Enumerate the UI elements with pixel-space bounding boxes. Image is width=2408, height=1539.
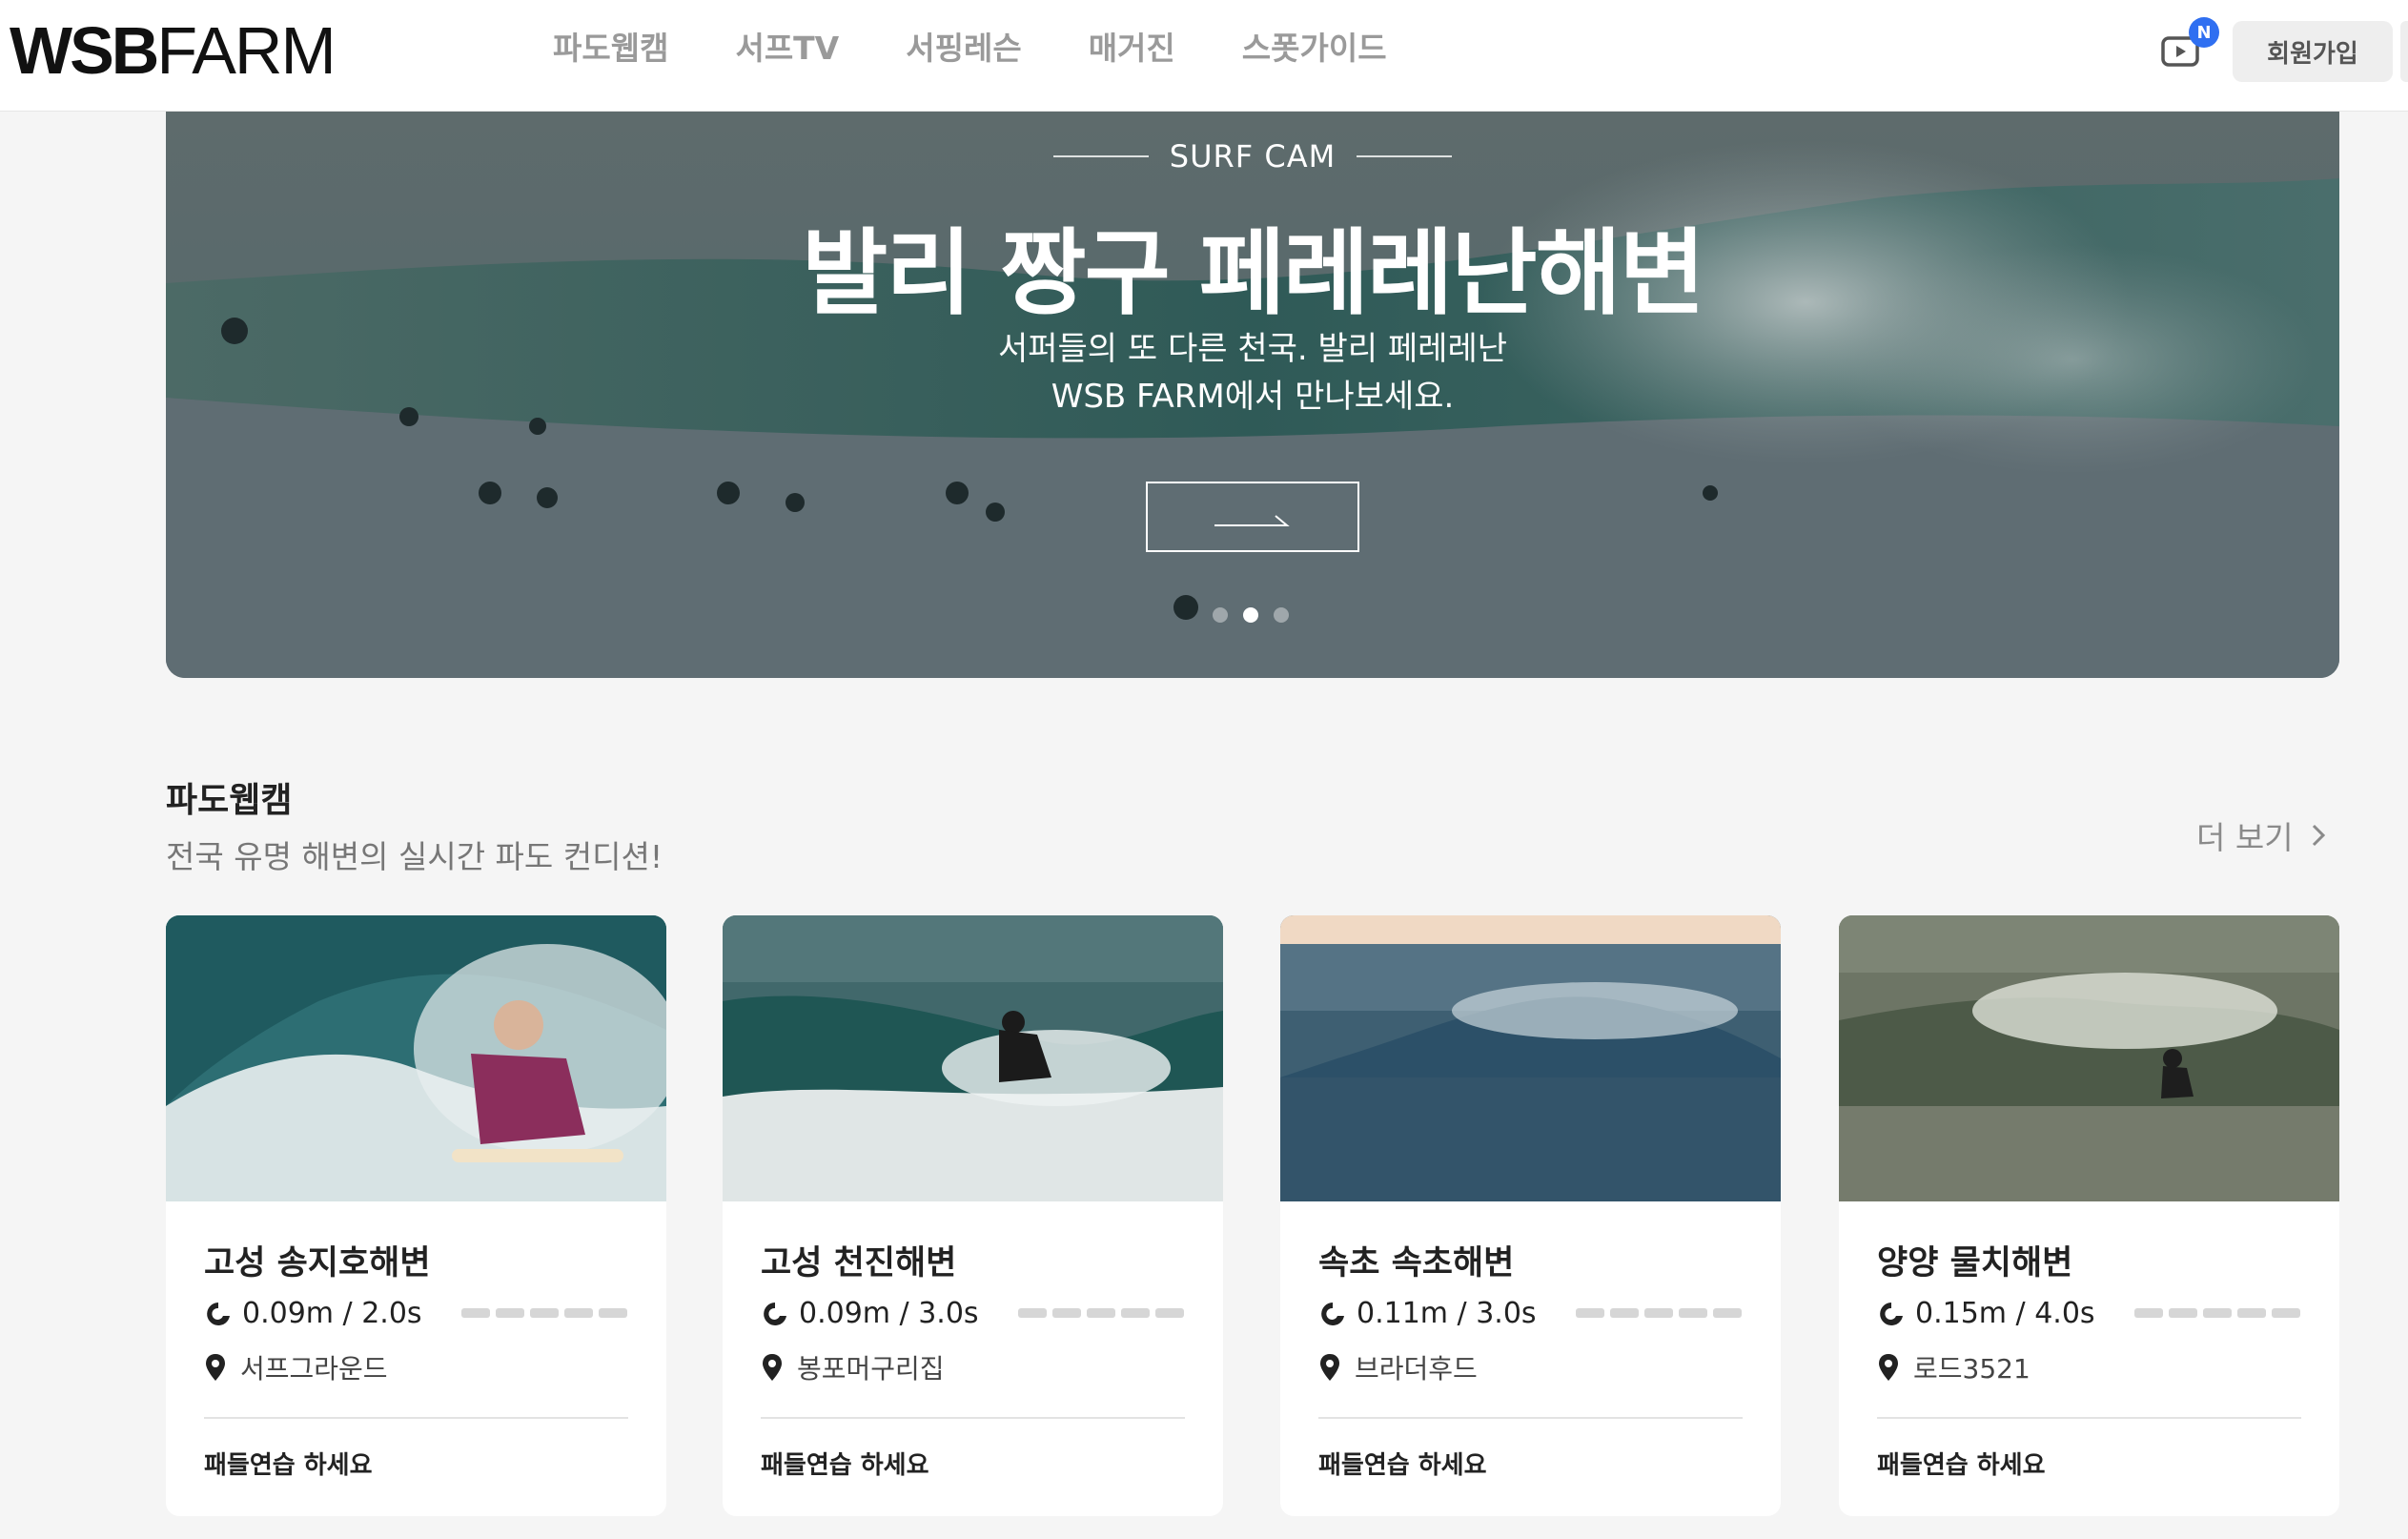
beach-name: 양양 물치해변: [1877, 1244, 2073, 1282]
login-button-edge[interactable]: [2400, 21, 2408, 82]
surf-shop: 서프그라운드: [204, 1348, 388, 1386]
hero-dot-2[interactable]: [1243, 607, 1258, 623]
webcam-card[interactable]: 고성 송지호해변 0.09m / 2.0s 서프그라운드 패들연습 하세요: [166, 915, 666, 1516]
wave-icon: [1880, 1302, 1903, 1325]
webcam-card[interactable]: 고성 천진해변 0.09m / 3.0s 봉포머구리집 패들연습 하세요: [723, 915, 1223, 1516]
beach-name: 고성 천진해변: [761, 1244, 957, 1282]
main-nav: 파도웹캠 서프TV 서핑레슨 매거진 스폿가이드: [553, 21, 1387, 71]
wave-value: 0.11m / 3.0s: [1357, 1297, 1537, 1330]
hero-dot-1[interactable]: [1213, 607, 1228, 623]
wave-level-bars: [2134, 1308, 2300, 1318]
hero-eyebrow-text: SURF CAM: [1169, 138, 1337, 174]
surf-shop: 브라더후드: [1318, 1348, 1478, 1386]
wave-value: 0.15m / 4.0s: [1915, 1297, 2095, 1330]
new-badge: N: [2189, 17, 2219, 48]
wave-icon: [207, 1302, 230, 1325]
surf-shop: 로드3521: [1877, 1348, 2030, 1386]
surf-shop-name: 로드3521: [1913, 1353, 2030, 1385]
wave-level-bars: [1018, 1308, 1184, 1318]
logo[interactable]: WSB FARM: [10, 13, 337, 88]
surf-shop-name: 서프그라운드: [240, 1353, 388, 1385]
surf-tip: 패들연습 하세요: [204, 1451, 373, 1480]
nav-item-magazine[interactable]: 매거진: [1089, 23, 1175, 69]
hero-desc-line-1: 서퍼들의 또 다른 천국. 발리 페레레난: [997, 330, 1508, 368]
card-divider: [1318, 1417, 1743, 1419]
beach-name: 속초 속초해변: [1318, 1244, 1515, 1282]
location-pin-icon: [763, 1354, 782, 1381]
hero-dot-3[interactable]: [1274, 607, 1289, 623]
wave-level-bars: [461, 1308, 627, 1318]
card-divider: [1877, 1417, 2301, 1419]
arrow-right-icon: [1214, 515, 1290, 526]
wave-icon: [1321, 1302, 1344, 1325]
nav-item-spotguide[interactable]: 스폿가이드: [1242, 23, 1387, 69]
wave-info: 0.09m / 3.0s: [761, 1297, 979, 1330]
wave-info: 0.09m / 2.0s: [204, 1297, 422, 1330]
card-thumbnail: [166, 915, 666, 1201]
beach-name: 고성 송지호해변: [204, 1244, 431, 1282]
hero-overlay: SURF CAM 발리 짱구 페레레난해변 서퍼들의 또 다른 천국. 발리 페…: [166, 112, 2339, 678]
surftv-button[interactable]: N: [2160, 17, 2219, 72]
hero-description: 서퍼들의 또 다른 천국. 발리 페레레난 WSB FARM에서 만나보세요.: [166, 325, 2339, 421]
card-divider: [204, 1417, 628, 1419]
eyebrow-line-left: [1052, 155, 1149, 157]
hero-banner[interactable]: SURF CAM 발리 짱구 페레레난해변 서퍼들의 또 다른 천국. 발리 페…: [166, 112, 2339, 678]
nav-item-surftv[interactable]: 서프TV: [735, 23, 839, 69]
webcam-card[interactable]: 양양 물치해변 0.15m / 4.0s 로드3521 패들연습 하세요: [1839, 915, 2339, 1516]
more-link-label: 더 보기: [2196, 819, 2294, 856]
card-divider: [761, 1417, 1185, 1419]
surf-shop-name: 봉포머구리집: [797, 1353, 945, 1385]
more-link[interactable]: 더 보기: [2196, 812, 2328, 858]
card-thumbnail: [723, 915, 1223, 1201]
hero-go-button[interactable]: [1146, 482, 1359, 552]
wave-value: 0.09m / 2.0s: [242, 1297, 422, 1330]
card-thumbnail: [1839, 915, 2339, 1201]
chevron-right-icon: [2312, 824, 2325, 847]
signup-button[interactable]: 회원가입: [2233, 21, 2393, 82]
location-pin-icon: [1879, 1354, 1898, 1381]
nav-item-lesson[interactable]: 서핑레슨: [906, 23, 1021, 69]
hero-pagination: [1213, 607, 1289, 623]
top-header: WSB FARM 파도웹캠 서프TV 서핑레슨 매거진 스폿가이드 N 회원가입: [0, 0, 2408, 112]
wave-info: 0.15m / 4.0s: [1877, 1297, 2095, 1330]
wave-info: 0.11m / 3.0s: [1318, 1297, 1537, 1330]
hero-eyebrow: SURF CAM: [166, 138, 2339, 174]
hero-title: 발리 짱구 페레레난해변: [802, 219, 1705, 328]
wave-value: 0.09m / 3.0s: [799, 1297, 979, 1330]
surf-shop-name: 브라더후드: [1355, 1353, 1478, 1385]
surf-tip: 패들연습 하세요: [1318, 1451, 1487, 1480]
section-subtitle: 전국 유명 해변의 실시간 파도 컨디션!: [166, 838, 663, 875]
surf-tip: 패들연습 하세요: [1877, 1451, 2046, 1480]
webcam-card[interactable]: 속초 속초해변 0.11m / 3.0s 브라더후드 패들연습 하세요: [1280, 915, 1781, 1516]
logo-bold-text: WSB: [10, 13, 159, 88]
wave-icon: [764, 1302, 786, 1325]
section-title: 파도웹캠: [166, 781, 293, 820]
nav-item-webcam[interactable]: 파도웹캠: [553, 23, 668, 69]
logo-thin-text: FARM: [156, 13, 336, 88]
surf-tip: 패들연습 하세요: [761, 1451, 929, 1480]
location-pin-icon: [206, 1354, 225, 1381]
wave-level-bars: [1576, 1308, 1742, 1318]
hero-desc-line-2: WSB FARM에서 만나보세요.: [1051, 378, 1455, 416]
surf-shop: 봉포머구리집: [761, 1348, 945, 1386]
eyebrow-line-right: [1357, 155, 1453, 157]
location-pin-icon: [1320, 1354, 1339, 1381]
card-thumbnail: [1280, 915, 1781, 1201]
